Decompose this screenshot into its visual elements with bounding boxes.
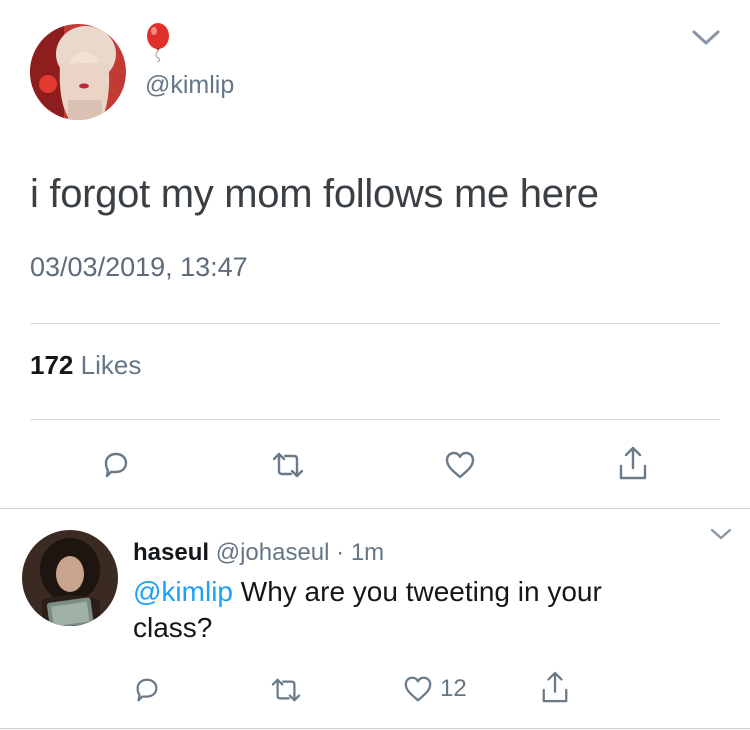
divider — [30, 419, 720, 420]
share-icon[interactable] — [615, 443, 651, 483]
likes-label: Likes — [80, 350, 142, 380]
likes-count: 172 — [30, 350, 74, 380]
likes-stat[interactable]: 172 Likes — [30, 350, 141, 381]
bottom-divider — [0, 728, 750, 729]
heart-icon — [404, 676, 432, 702]
tweet-text: i forgot my mom follows me here — [30, 172, 599, 216]
display-name-balloon[interactable] — [142, 22, 182, 63]
reply-separator: · — [336, 539, 345, 566]
reply-display-name[interactable]: haseul — [133, 539, 209, 566]
heart-icon[interactable] — [441, 447, 479, 483]
share-icon[interactable] — [538, 668, 572, 706]
reply-time[interactable]: 1m — [351, 539, 384, 566]
retweet-icon[interactable] — [268, 447, 308, 483]
reply-text-line2: class? — [133, 612, 213, 643]
reply-icon[interactable] — [130, 673, 164, 707]
avatar-kimlip[interactable] — [30, 24, 126, 120]
reply-icon[interactable] — [98, 447, 134, 483]
tweet-timestamp[interactable]: 03/03/2019, 13:47 — [30, 252, 248, 283]
reply-handle[interactable]: @johaseul — [216, 539, 330, 566]
reply-like-count: 12 — [440, 675, 467, 702]
retweet-icon[interactable] — [267, 673, 305, 707]
divider — [30, 323, 720, 324]
reply-mention[interactable]: @kimlip — [133, 576, 233, 607]
section-divider — [0, 508, 750, 509]
reply-text-line1: Why are you tweeting in your — [232, 576, 602, 607]
avatar-haseul[interactable] — [22, 530, 118, 626]
like-button[interactable]: 12 — [402, 672, 467, 706]
balloon-emoji-icon — [147, 23, 169, 63]
reply-text: @kimlip Why are you tweeting in your cla… — [133, 574, 693, 646]
chevron-down-icon[interactable] — [706, 524, 736, 544]
reply-header: haseul @johaseul · 1m — [133, 539, 384, 567]
chevron-down-icon[interactable] — [688, 26, 724, 50]
tweet-handle[interactable]: @kimlip — [145, 71, 234, 100]
